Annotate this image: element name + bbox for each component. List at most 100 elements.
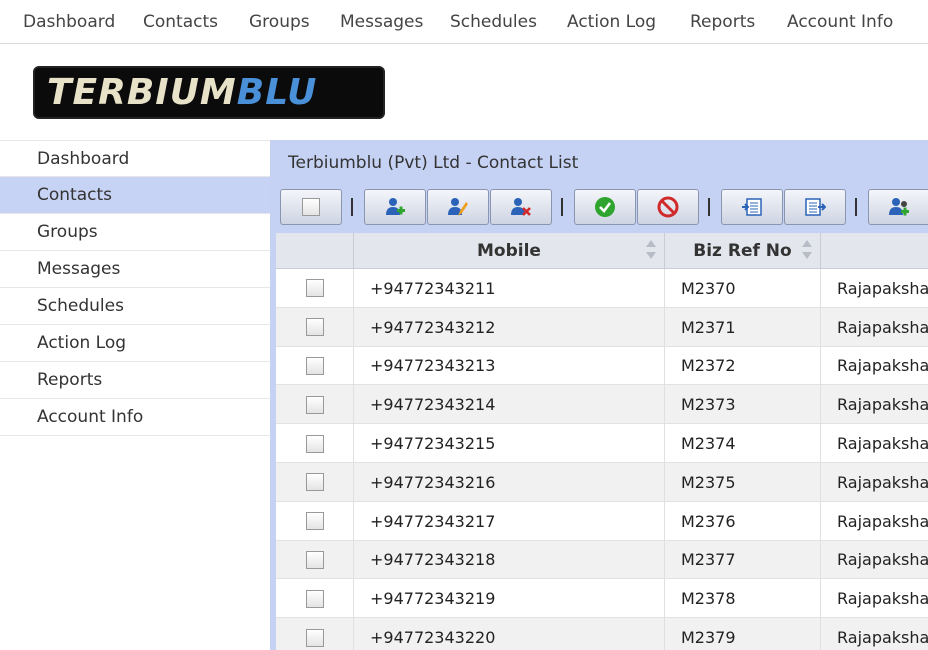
add-contact-icon xyxy=(386,198,405,215)
logo-text-blu: BLU xyxy=(236,72,318,113)
name-cell: Rajapaksha xyxy=(837,356,928,376)
edit-contact-button[interactable] xyxy=(427,189,489,225)
name-cell: Rajapaksha xyxy=(837,278,928,298)
table-row[interactable]: +94772343220 M2379 Rajapaksha xyxy=(276,618,928,650)
toolbar-separator xyxy=(855,198,857,216)
topnav-action-log[interactable]: Action Log xyxy=(567,12,656,32)
header-mobile-label: Mobile xyxy=(477,241,541,261)
export-icon xyxy=(805,198,826,216)
table-row[interactable]: +94772343212 M2371 Rajapaksha xyxy=(276,307,928,347)
sidebar-item-dashboard[interactable]: Dashboard xyxy=(0,140,270,177)
header-name[interactable]: F xyxy=(821,233,928,269)
toolbar-separator xyxy=(561,198,563,216)
row-select-cell xyxy=(276,540,354,580)
assign-group-icon xyxy=(889,198,909,216)
mobile-cell: +94772343217 xyxy=(354,501,665,541)
topnav-messages[interactable]: Messages xyxy=(340,12,423,32)
header-biz-ref-no[interactable]: Biz Ref No xyxy=(665,233,821,269)
sidebar-item-reports[interactable]: Reports xyxy=(0,362,270,399)
name-cell: Rajapaksha xyxy=(837,317,928,337)
table-row[interactable]: +94772343213 M2372 Rajapaksha xyxy=(276,346,928,386)
sidebar-item-schedules[interactable]: Schedules xyxy=(0,288,270,325)
import-icon xyxy=(742,198,762,216)
header-mobile[interactable]: Mobile xyxy=(354,233,665,269)
export-button[interactable] xyxy=(784,189,846,225)
activate-button[interactable] xyxy=(574,189,636,225)
biz-ref-cell: M2379 xyxy=(665,618,821,650)
sidebar-item-account-info[interactable]: Account Info xyxy=(0,399,270,436)
name-cell: Rajapaksha xyxy=(837,472,928,492)
mobile-cell: +94772343216 xyxy=(354,463,665,502)
table-row[interactable]: +94772343217 M2376 Rajapaksha xyxy=(276,501,928,541)
logo-text-terbium: TERBIUM xyxy=(47,72,237,113)
biz-ref-cell: M2376 xyxy=(665,501,821,541)
table-header: Mobile Biz Ref No F xyxy=(276,233,928,269)
mobile-cell: +94772343218 xyxy=(354,540,665,580)
table-row[interactable]: +94772343211 M2370 Rajapaksha xyxy=(276,269,928,308)
table-row[interactable]: +94772343216 M2375 Rajapaksha xyxy=(276,463,928,502)
table-row[interactable]: +94772343215 M2374 Rajapaksha xyxy=(276,424,928,463)
topnav-contacts[interactable]: Contacts xyxy=(143,12,218,32)
row-select-cell xyxy=(276,618,354,650)
sidebar-item-contacts[interactable]: Contacts xyxy=(0,177,270,214)
biz-ref-cell: M2374 xyxy=(665,424,821,463)
add-contact-button[interactable] xyxy=(364,189,426,225)
row-select-cell xyxy=(276,269,354,308)
topnav-dashboard[interactable]: Dashboard xyxy=(23,12,115,32)
mobile-cell: +94772343219 xyxy=(354,579,665,619)
name-cell: Rajapaksha xyxy=(837,589,928,609)
row-checkbox[interactable] xyxy=(305,318,324,337)
topnav-reports[interactable]: Reports xyxy=(690,12,755,32)
brand-logo: TERBIUM BLU xyxy=(33,66,385,119)
row-checkbox[interactable] xyxy=(305,512,324,531)
table-row[interactable]: +94772343219 M2378 Rajapaksha xyxy=(276,579,928,619)
row-select-cell xyxy=(276,346,354,386)
toolbar-separator xyxy=(708,198,710,216)
table-row[interactable]: +94772343218 M2377 Rajapaksha xyxy=(276,540,928,580)
biz-ref-cell: M2378 xyxy=(665,579,821,619)
sort-icon[interactable] xyxy=(646,240,656,262)
row-checkbox[interactable] xyxy=(305,434,324,453)
top-nav: Dashboard Contacts Groups Messages Sched… xyxy=(0,0,928,44)
sidebar-item-action-log[interactable]: Action Log xyxy=(0,325,270,362)
biz-ref-cell: M2370 xyxy=(665,269,821,308)
name-cell: Rajapaksha xyxy=(837,395,928,415)
row-checkbox[interactable] xyxy=(305,589,324,608)
name-cell: Rajapaksha xyxy=(837,628,928,648)
sidebar-item-groups[interactable]: Groups xyxy=(0,214,270,251)
row-checkbox[interactable] xyxy=(305,356,324,375)
mobile-cell: +94772343211 xyxy=(354,269,665,308)
header-biz-ref-label: Biz Ref No xyxy=(693,241,792,261)
row-checkbox[interactable] xyxy=(305,628,324,647)
mobile-cell: +94772343215 xyxy=(354,424,665,463)
toolbar xyxy=(280,189,928,225)
mobile-cell: +94772343214 xyxy=(354,385,665,425)
assign-group-button[interactable] xyxy=(868,189,928,225)
edit-contact-icon xyxy=(448,198,468,216)
row-checkbox[interactable] xyxy=(305,473,324,492)
row-select-cell xyxy=(276,307,354,347)
select-all-button[interactable] xyxy=(280,189,342,225)
name-cell: Rajapaksha xyxy=(837,550,928,570)
topnav-groups[interactable]: Groups xyxy=(249,12,310,32)
table-row[interactable]: +94772343214 M2373 Rajapaksha xyxy=(276,385,928,425)
contact-list-panel: Terbiumblu (Pvt) Ltd - Contact List Mobi… xyxy=(270,140,928,650)
row-checkbox[interactable] xyxy=(305,279,324,298)
topnav-account-info[interactable]: Account Info xyxy=(787,12,893,32)
delete-contact-button[interactable] xyxy=(490,189,552,225)
mobile-cell: +94772343220 xyxy=(354,618,665,650)
import-button[interactable] xyxy=(721,189,783,225)
row-checkbox[interactable] xyxy=(305,395,324,414)
row-select-cell xyxy=(276,424,354,463)
topnav-schedules[interactable]: Schedules xyxy=(450,12,537,32)
sort-icon[interactable] xyxy=(802,240,812,262)
row-select-cell xyxy=(276,501,354,541)
row-checkbox[interactable] xyxy=(305,550,324,569)
header-select xyxy=(276,233,354,269)
biz-ref-cell: M2375 xyxy=(665,463,821,502)
deactivate-button[interactable] xyxy=(637,189,699,225)
select-all-checkbox[interactable] xyxy=(302,198,320,216)
mobile-cell: +94772343213 xyxy=(354,346,665,386)
sidebar-item-messages[interactable]: Messages xyxy=(0,251,270,288)
name-cell: Rajapaksha xyxy=(837,511,928,531)
